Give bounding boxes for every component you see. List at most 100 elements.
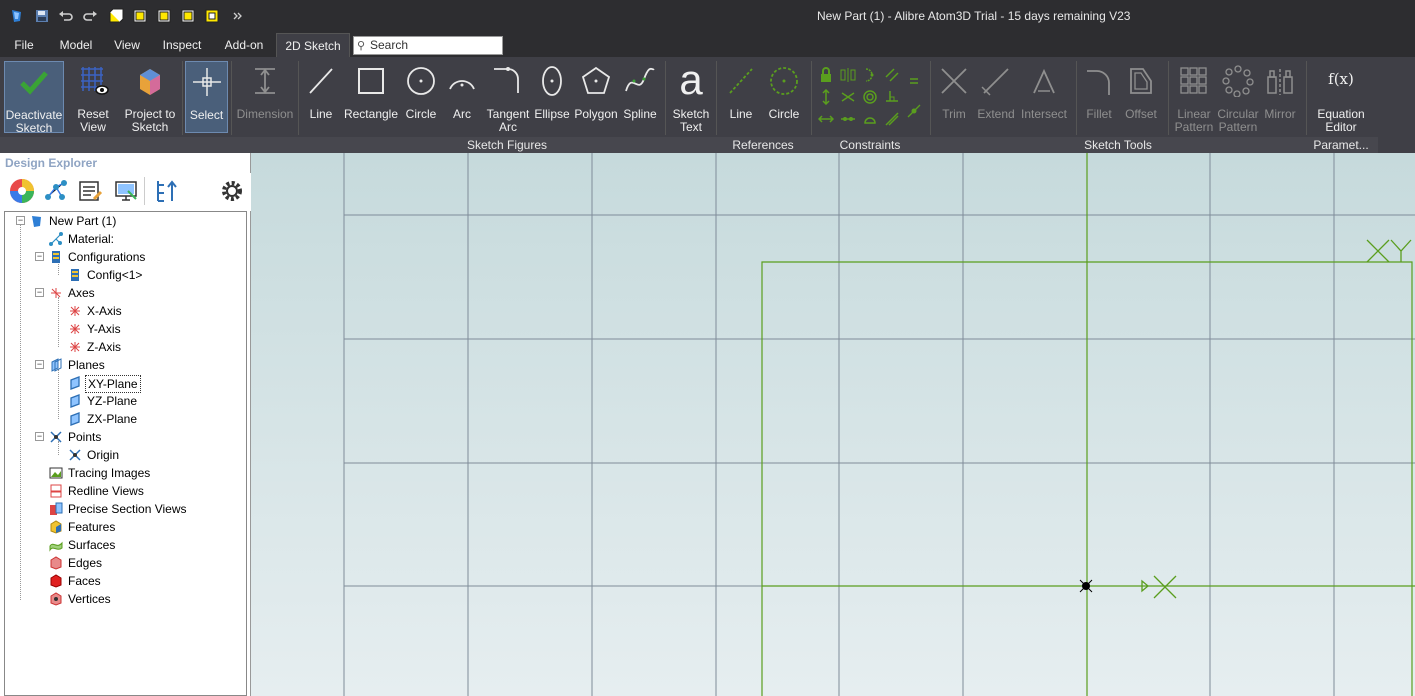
group-label-references: References xyxy=(732,138,794,152)
symmetric-constraint-icon[interactable] xyxy=(840,67,856,83)
tab-model[interactable]: Model xyxy=(55,33,97,57)
circular-pattern-button[interactable]: Circular Pattern xyxy=(1216,61,1260,134)
tree-label: Z-Axis xyxy=(87,340,121,354)
tree-label: New Part (1) xyxy=(49,214,117,228)
tab-file[interactable]: File xyxy=(8,33,40,57)
offset-button[interactable]: Offset xyxy=(1121,61,1161,133)
tab-inspect[interactable]: Inspect xyxy=(158,33,206,57)
reference-circle-icon xyxy=(770,67,798,95)
plane-icon xyxy=(70,376,80,390)
tangent-arc-button[interactable]: Tangent Arc xyxy=(484,61,532,134)
line-button[interactable]: Line xyxy=(303,61,339,133)
linear-pattern-label: Linear Pattern xyxy=(1174,107,1214,134)
intersect-button[interactable]: Intersect xyxy=(1018,61,1070,133)
mirror-button[interactable]: Mirror xyxy=(1262,61,1298,133)
project-to-sketch-label: Project to Sketch xyxy=(124,107,176,134)
rectangle-button[interactable]: Rectangle xyxy=(342,61,400,133)
select-button[interactable]: Select xyxy=(185,61,228,133)
view-top-icon[interactable] xyxy=(156,8,172,24)
sketch-canvas[interactable] xyxy=(251,153,1415,696)
tree-label: Points xyxy=(68,430,102,444)
origin-icon xyxy=(69,449,81,461)
polygon-button[interactable]: Polygon xyxy=(573,61,619,133)
settings-gear-icon[interactable] xyxy=(218,177,246,205)
view-bottom-icon[interactable] xyxy=(204,8,220,24)
config-icon xyxy=(71,269,79,281)
ribbon-separator xyxy=(231,61,232,135)
select-label: Select xyxy=(189,108,224,122)
planes-collapse-toggle[interactable]: − xyxy=(35,360,44,369)
tree-sort-icon[interactable] xyxy=(152,177,180,205)
more-chevron-icon[interactable] xyxy=(230,8,246,24)
dimension-button[interactable]: Dimension xyxy=(236,61,294,133)
equal-constraint-icon[interactable] xyxy=(906,73,922,89)
explorer-toolbar xyxy=(0,173,251,211)
notes-icon[interactable] xyxy=(76,177,104,205)
vertical-constraint-icon[interactable] xyxy=(818,89,834,105)
extend-label: Extend xyxy=(977,107,1015,121)
horizontal-constraint-icon[interactable] xyxy=(818,111,834,127)
reset-view-button[interactable]: Reset View xyxy=(70,61,116,134)
circle-button[interactable]: Circle xyxy=(403,61,439,133)
tree-connector xyxy=(20,225,21,600)
undo-icon[interactable] xyxy=(58,8,74,24)
configurations-icon xyxy=(52,251,60,263)
reference-circle-button[interactable]: Circle xyxy=(764,61,804,133)
deactivate-sketch-button[interactable]: Deactivate Sketch xyxy=(4,61,64,135)
dimension-label: Dimension xyxy=(236,107,294,121)
arc-button[interactable]: Arc xyxy=(444,61,480,133)
planes-icon xyxy=(51,358,62,372)
view-front-icon[interactable] xyxy=(132,8,148,24)
sketch-grid[interactable] xyxy=(251,153,1415,696)
lock-constraint-icon[interactable] xyxy=(818,67,834,83)
circular-pattern-label: Circular Pattern xyxy=(1217,107,1259,134)
ellipse-button[interactable]: Ellipse xyxy=(534,61,570,133)
parallel-constraint-icon[interactable] xyxy=(884,67,900,83)
ribbon-separator xyxy=(182,61,183,135)
configurations-collapse-toggle[interactable]: − xyxy=(35,252,44,261)
color-wheel-icon[interactable] xyxy=(8,177,36,205)
concentric-constraint-icon[interactable] xyxy=(862,89,878,105)
tangent-arc-icon xyxy=(494,67,519,93)
spline-label: Spline xyxy=(623,107,657,121)
tab-view[interactable]: View xyxy=(111,33,143,57)
arc-label: Arc xyxy=(453,107,471,121)
spline-button[interactable]: Spline xyxy=(620,61,660,133)
points-collapse-toggle[interactable]: − xyxy=(35,432,44,441)
tangent-constraint-icon[interactable] xyxy=(862,67,878,83)
tree-label: X-Axis xyxy=(87,304,122,318)
tab-2d-sketch[interactable]: 2D Sketch xyxy=(276,33,350,57)
sketch-text-button[interactable]: a Sketch Text xyxy=(670,57,712,134)
search-input[interactable]: ⚲ Search xyxy=(353,36,503,55)
reference-line-button[interactable]: Line xyxy=(722,61,760,133)
on-curve-constraint-icon[interactable] xyxy=(862,111,878,127)
perpendicular-constraint-icon[interactable] xyxy=(840,89,856,105)
trim-label: Trim xyxy=(942,107,966,121)
screen-capture-icon[interactable] xyxy=(112,177,140,205)
polygon-label: Polygon xyxy=(574,107,618,121)
spline-icon xyxy=(625,67,655,92)
redo-icon[interactable] xyxy=(82,8,98,24)
equation-editor-button[interactable]: f(x) Equation Editor xyxy=(1310,61,1372,134)
tree-label: Edges xyxy=(68,556,103,570)
save-icon[interactable] xyxy=(34,8,50,24)
coincident-constraint-icon[interactable] xyxy=(884,111,900,127)
tab-add-on[interactable]: Add-on xyxy=(220,33,268,57)
collinear-constraint-icon[interactable] xyxy=(840,111,856,127)
relations-icon[interactable] xyxy=(42,177,70,205)
fillet-button[interactable]: Fillet xyxy=(1081,61,1117,133)
midpoint-constraint-icon[interactable] xyxy=(906,103,922,119)
sketch-plane-outline xyxy=(761,153,1415,696)
trim-button[interactable]: Trim xyxy=(936,61,972,133)
xy-plane-label-icon xyxy=(1366,239,1412,263)
linear-pattern-button[interactable]: Linear Pattern xyxy=(1172,61,1216,134)
view-iso-icon[interactable] xyxy=(108,8,124,24)
horizontal-on-constraint-icon[interactable] xyxy=(884,89,900,105)
axes-collapse-toggle[interactable]: − xyxy=(35,288,44,297)
menu-bar: File Model View Inspect Add-on 2D Sketch… xyxy=(0,33,1415,57)
project-to-sketch-button[interactable]: Project to Sketch xyxy=(122,61,178,134)
linear-pattern-icon xyxy=(1180,67,1207,94)
root-collapse-toggle[interactable]: − xyxy=(16,216,25,225)
extend-button[interactable]: Extend xyxy=(976,61,1016,133)
view-right-icon[interactable] xyxy=(180,8,196,24)
